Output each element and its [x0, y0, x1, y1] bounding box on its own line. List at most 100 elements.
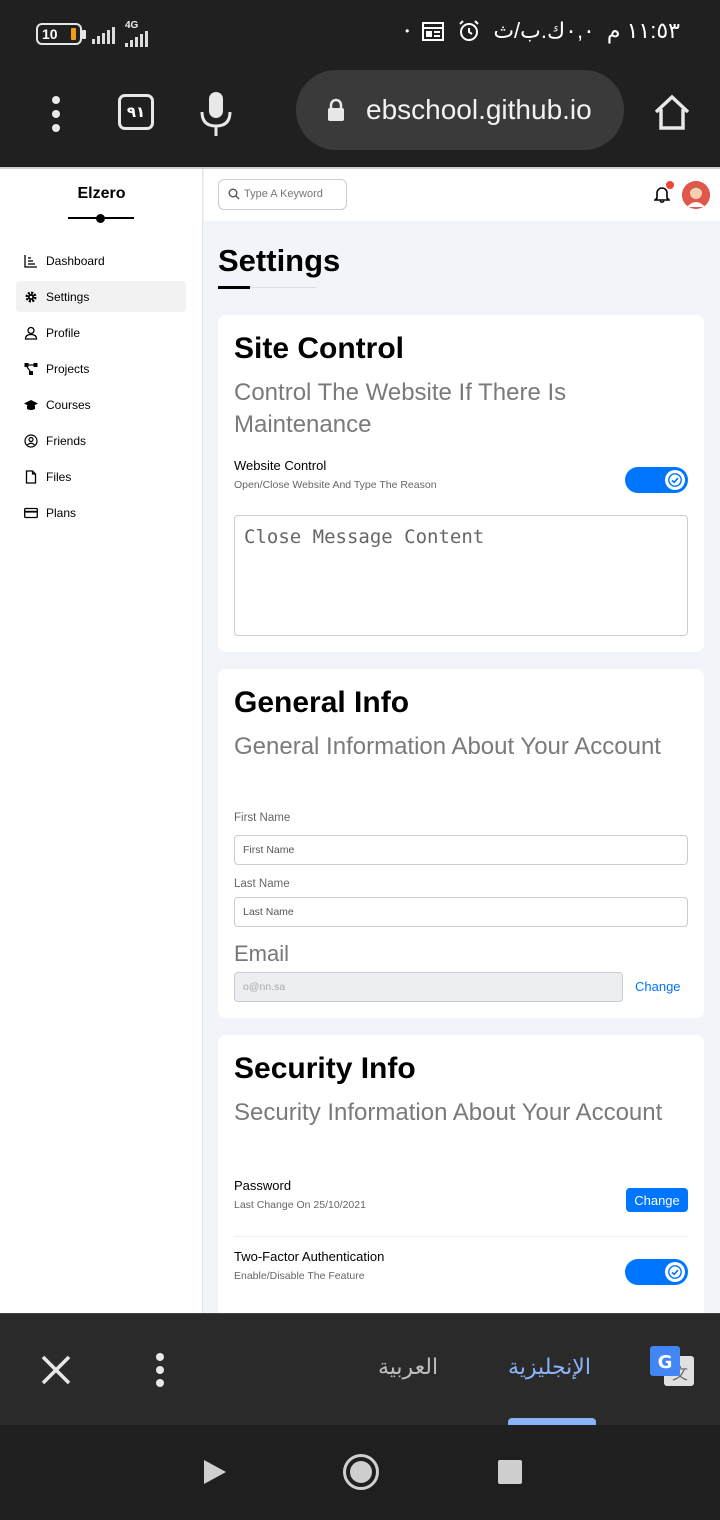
title-underline-thin	[250, 287, 316, 288]
last-name-label: Last Name	[234, 878, 290, 890]
sidebar-item-files[interactable]: Files	[16, 461, 186, 492]
alarm-icon	[459, 20, 480, 41]
close-message-textarea[interactable]: Close Message Content	[234, 515, 688, 636]
change-email-link[interactable]: Change	[635, 979, 681, 994]
file-icon	[25, 469, 37, 484]
user-icon	[24, 326, 38, 340]
avatar-image	[682, 181, 710, 209]
sidebar-item-dashboard[interactable]: Dashboard	[16, 245, 186, 276]
battery-level: 10	[42, 25, 58, 42]
dot-icon: •	[405, 24, 410, 38]
two-factor-toggle[interactable]	[625, 1259, 688, 1285]
sidebar: Elzero Dashboard Settings Profile Projec…	[0, 169, 203, 1313]
microphone-icon[interactable]	[196, 90, 236, 138]
sidebar-item-friends[interactable]: Friends	[16, 425, 186, 456]
status-right: • ٠,٠ك.ب/ث ١١:٥٣ م	[405, 18, 680, 44]
avatar[interactable]	[682, 181, 710, 209]
password-title: Password	[234, 1178, 292, 1193]
graduation-cap-icon	[24, 399, 38, 410]
website-control-toggle[interactable]	[625, 467, 688, 493]
home-button-icon[interactable]	[343, 1454, 379, 1490]
card-title: General Info	[234, 686, 410, 719]
recents-icon[interactable]	[498, 1460, 522, 1484]
search-input[interactable]: Type A Keyword	[218, 179, 347, 210]
first-name-field[interactable]: First Name	[234, 835, 688, 865]
status-left: 10 4G	[36, 20, 148, 47]
translate-bar: العربية الإنجليزية 文G	[0, 1313, 720, 1426]
more-menu-icon[interactable]	[40, 96, 72, 140]
sidebar-nav: Dashboard Settings Profile Projects Cour…	[16, 245, 186, 533]
user-circle-icon	[24, 433, 38, 448]
two-factor-desc: Enable/Disable The Feature	[234, 1270, 365, 1282]
sidebar-item-label: Friends	[46, 433, 87, 448]
search-placeholder: Type A Keyword	[244, 188, 323, 200]
svg-text:G: G	[658, 1352, 673, 1373]
change-password-button[interactable]: Change	[626, 1188, 688, 1212]
card-title: Site Control	[234, 332, 404, 365]
signal-icon-2	[125, 31, 148, 47]
card-subtitle: General Information About Your Account	[234, 733, 661, 760]
top-bar: Type A Keyword	[204, 169, 720, 221]
more-options-icon[interactable]	[150, 1352, 170, 1388]
page-title: Settings	[218, 243, 341, 278]
sidebar-item-courses[interactable]: Courses	[16, 389, 186, 420]
check-icon	[668, 1265, 682, 1279]
credit-card-icon	[24, 507, 38, 518]
last-name-field[interactable]: Last Name	[234, 897, 688, 927]
check-icon	[668, 473, 682, 487]
sidebar-item-label: Projects	[46, 361, 90, 376]
first-name-placeholder: First Name	[243, 844, 295, 856]
card-title: Security Info	[234, 1052, 416, 1085]
url-field[interactable]: ebschool.github.io	[296, 70, 624, 150]
password-desc: Last Change On 25/10/2021	[234, 1199, 366, 1211]
sidebar-item-label: Profile	[46, 325, 81, 340]
lock-icon	[328, 98, 344, 121]
website-control-desc: Open/Close Website And Type The Reason	[234, 479, 437, 491]
web-page: Elzero Dashboard Settings Profile Projec…	[0, 167, 720, 1313]
title-underline	[218, 286, 250, 289]
last-name-placeholder: Last Name	[243, 906, 294, 918]
source-language-tab[interactable]: العربية	[378, 1354, 438, 1380]
status-time: ١١:٥٣ م	[606, 18, 680, 43]
email-field: o@nn.sa	[234, 972, 623, 1002]
signal-icon	[92, 24, 115, 44]
back-icon[interactable]	[202, 1458, 228, 1486]
tab-switcher-button[interactable]: ٩١	[118, 94, 154, 130]
two-factor-title: Two-Factor Authentication	[234, 1249, 385, 1264]
brand-dot	[96, 214, 105, 223]
close-icon[interactable]	[40, 1354, 72, 1386]
battery-icon: 10	[36, 22, 86, 45]
status-date: ٠,٠ك.ب/ث	[493, 18, 595, 43]
status-bar: 10 4G • ٠,٠ك.ب/ث ١١:٥٣ م	[0, 0, 720, 70]
gear-icon	[25, 291, 37, 302]
calendar-icon	[422, 22, 445, 41]
system-navigation-bar	[0, 1425, 720, 1520]
card-subtitle: Control The Website If There Is Maintena…	[234, 379, 567, 438]
brand-title: Elzero	[77, 185, 126, 202]
diagram-icon	[24, 362, 38, 375]
first-name-label: First Name	[234, 812, 291, 824]
sidebar-item-label: Files	[46, 469, 72, 484]
security-info-card: Security Info Security Information About…	[218, 1035, 704, 1313]
sidebar-item-profile[interactable]: Profile	[16, 317, 186, 348]
general-info-card: General Info General Information About Y…	[218, 669, 704, 1018]
chart-icon	[24, 254, 37, 268]
website-control-title: Website Control	[234, 458, 327, 473]
tab-count: ٩١	[126, 104, 146, 121]
sidebar-item-projects[interactable]: Projects	[16, 353, 186, 384]
target-language-tab[interactable]: الإنجليزية	[508, 1354, 591, 1380]
email-value: o@nn.sa	[243, 981, 286, 993]
textarea-placeholder: Close Message Content	[244, 526, 485, 548]
sidebar-item-label: Dashboard	[46, 253, 105, 268]
url-text: ebschool.github.io	[366, 94, 592, 125]
sidebar-item-label: Courses	[46, 397, 91, 412]
sidebar-item-settings[interactable]: Settings	[16, 281, 186, 312]
email-label: Email	[234, 941, 290, 966]
card-subtitle: Security Information About Your Account	[234, 1099, 663, 1126]
home-icon[interactable]	[652, 92, 692, 132]
sidebar-item-label: Settings	[46, 289, 90, 304]
browser-toolbar: ٩١ ebschool.github.io	[0, 70, 720, 167]
sidebar-item-plans[interactable]: Plans	[16, 497, 186, 528]
site-control-card: Site Control Control The Website If Ther…	[218, 315, 704, 652]
search-icon	[228, 188, 240, 200]
